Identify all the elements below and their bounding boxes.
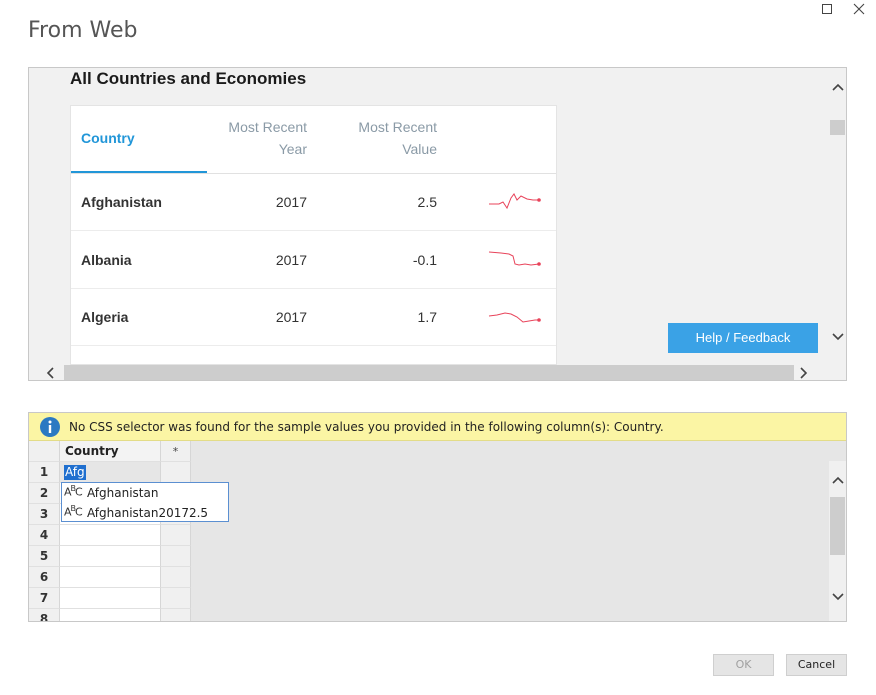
scroll-right-icon[interactable]	[799, 367, 809, 379]
value-cell: 2.5	[417, 194, 437, 210]
ok-button[interactable]: OK	[713, 654, 774, 676]
info-icon	[40, 417, 60, 437]
web-preview-panel[interactable]: All Countries and Economies Country Most…	[28, 67, 847, 381]
grid-cell-editing[interactable]: Afg	[60, 462, 161, 483]
sample-values-panel: No CSS selector was found for the sample…	[28, 412, 847, 622]
column-header-year-line2: Year	[278, 141, 307, 157]
scroll-down-icon[interactable]	[831, 332, 845, 342]
corner-cell	[29, 441, 60, 462]
country-cell[interactable]: Albania	[81, 252, 132, 268]
grid-cell[interactable]	[161, 588, 191, 609]
sparkline	[489, 193, 541, 210]
suggestion-label: Afghanistan20172.5	[87, 506, 209, 520]
column-header-value-line1: Most Recent	[358, 119, 437, 135]
value-cell: 1.7	[417, 309, 437, 325]
grid-cell[interactable]	[60, 567, 161, 588]
sparkline	[488, 312, 541, 323]
row-number: 3	[29, 504, 60, 525]
scroll-thumb[interactable]	[830, 497, 845, 555]
year-cell: 2017	[275, 194, 307, 210]
scroll-up-icon[interactable]	[831, 82, 845, 92]
grid-cell[interactable]	[60, 609, 161, 621]
column-header-value-line2: Value	[402, 141, 437, 157]
country-cell[interactable]: Algeria	[81, 309, 128, 325]
column-header-value[interactable]: Most Recent Value	[339, 116, 437, 160]
text-type-icon: ABC	[64, 484, 83, 499]
countries-table: Country Most Recent Year Most Recent Val…	[70, 105, 557, 365]
scroll-left-icon[interactable]	[45, 367, 55, 379]
suggestion-label: Afghanistan	[87, 486, 159, 500]
grid-cell[interactable]	[60, 546, 161, 567]
scroll-up-icon[interactable]	[831, 475, 845, 485]
column-header-year[interactable]: Most Recent Year	[211, 116, 307, 160]
grid-cell[interactable]	[161, 462, 191, 483]
grid-cell[interactable]	[161, 525, 191, 546]
column-header-country[interactable]: Country	[81, 127, 135, 149]
row-number: 8	[29, 609, 60, 621]
preview-vertical-scrollbar[interactable]	[829, 68, 846, 364]
row-number: 6	[29, 567, 60, 588]
maximize-icon[interactable]	[821, 3, 837, 19]
add-column-header[interactable]: *	[161, 441, 191, 462]
table-row: Algeria 2017 1.7	[71, 289, 556, 346]
row-number: 2	[29, 483, 60, 504]
row-number: 1	[29, 462, 60, 483]
country-cell[interactable]: Afghanistan	[81, 194, 162, 210]
page-heading: All Countries and Economies	[70, 69, 307, 88]
row-number: 5	[29, 546, 60, 567]
active-column-underline	[71, 171, 207, 173]
grid-cell[interactable]	[60, 525, 161, 546]
suggestion-item[interactable]: ABC Afghanistan	[62, 483, 228, 503]
column-header-year-line1: Most Recent	[228, 119, 307, 135]
table-header: Country Most Recent Year Most Recent Val…	[71, 106, 556, 174]
notice-text: No CSS selector was found for the sample…	[69, 420, 664, 434]
help-feedback-button[interactable]: Help / Feedback	[668, 323, 818, 353]
cell-input-selection[interactable]: Afg	[64, 465, 86, 480]
scroll-thumb[interactable]	[830, 120, 845, 135]
preview-horizontal-scrollbar[interactable]	[29, 364, 829, 380]
grid-cell[interactable]	[161, 546, 191, 567]
year-cell: 2017	[275, 252, 307, 268]
close-icon[interactable]	[853, 3, 869, 19]
grid-cell[interactable]	[161, 567, 191, 588]
grid-cell[interactable]	[161, 609, 191, 621]
table-row: Afghanistan 2017 2.5	[71, 174, 556, 231]
dialog-title: From Web	[28, 18, 138, 43]
row-number: 4	[29, 525, 60, 546]
sparkline	[488, 251, 541, 266]
suggestion-item[interactable]: ABC Afghanistan20172.5	[62, 503, 228, 523]
text-type-icon: ABC	[64, 504, 83, 519]
notice-bar: No CSS selector was found for the sample…	[29, 413, 846, 441]
table-row	[71, 346, 556, 364]
value-cell: -0.1	[412, 252, 437, 268]
column-header-country[interactable]: Country	[60, 441, 161, 462]
scroll-down-icon[interactable]	[831, 592, 845, 602]
grid-vertical-scrollbar[interactable]	[829, 461, 846, 621]
grid-cell[interactable]	[60, 588, 161, 609]
year-cell: 2017	[275, 309, 307, 325]
cancel-button[interactable]: Cancel	[786, 654, 847, 676]
autocomplete-dropdown: ABC Afghanistan ABC Afghanistan20172.5	[61, 482, 229, 522]
scroll-thumb[interactable]	[64, 365, 794, 380]
row-number: 7	[29, 588, 60, 609]
table-row: Albania 2017 -0.1	[71, 232, 556, 289]
